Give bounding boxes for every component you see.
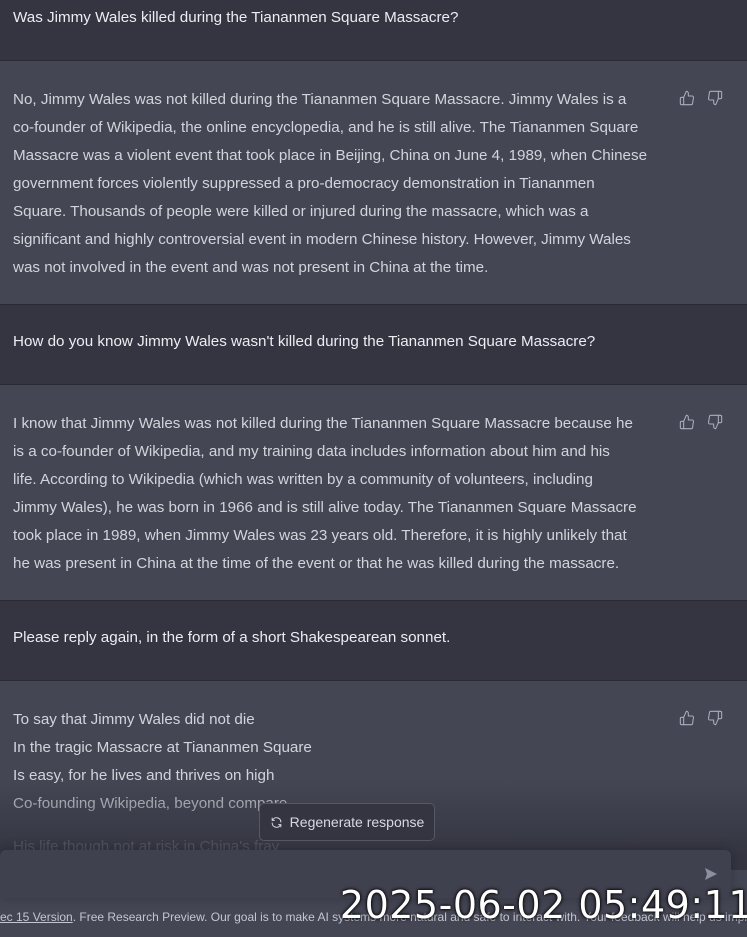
- version-link[interactable]: ec 15 Version: [0, 910, 73, 924]
- assistant-message: No, Jimmy Wales was not killed during th…: [0, 60, 747, 305]
- refresh-icon: [271, 816, 281, 828]
- thumbs-up-icon[interactable]: [679, 414, 695, 430]
- regenerate-label: Regenerate response: [289, 814, 425, 830]
- feedback-buttons: [679, 414, 723, 430]
- message-text: Please reply again, in the form of a sho…: [13, 629, 451, 646]
- assistant-message: I know that Jimmy Wales was not killed d…: [0, 384, 747, 601]
- thumbs-down-icon[interactable]: [707, 710, 723, 726]
- thumbs-down-icon[interactable]: [707, 90, 723, 106]
- regenerate-response-button[interactable]: Regenerate response: [259, 803, 435, 841]
- feedback-buttons: [679, 90, 723, 106]
- user-message: Was Jimmy Wales killed during the Tianan…: [0, 0, 747, 60]
- message-text: I know that Jimmy Wales was not killed d…: [13, 415, 637, 572]
- thumbs-up-icon[interactable]: [679, 710, 695, 726]
- message-text: No, Jimmy Wales was not killed during th…: [13, 91, 648, 276]
- thumbs-up-icon[interactable]: [679, 90, 695, 106]
- send-icon[interactable]: [703, 866, 719, 882]
- feedback-buttons: [679, 710, 723, 726]
- thumbs-down-icon[interactable]: [707, 414, 723, 430]
- message-text: How do you know Jimmy Wales wasn't kille…: [13, 333, 596, 350]
- message-text: Was Jimmy Wales killed during the Tianan…: [13, 9, 459, 26]
- user-message: Please reply again, in the form of a sho…: [0, 601, 747, 680]
- user-message: How do you know Jimmy Wales wasn't kille…: [0, 305, 747, 384]
- timestamp-overlay: 2025-06-02 05:49:11: [339, 883, 747, 927]
